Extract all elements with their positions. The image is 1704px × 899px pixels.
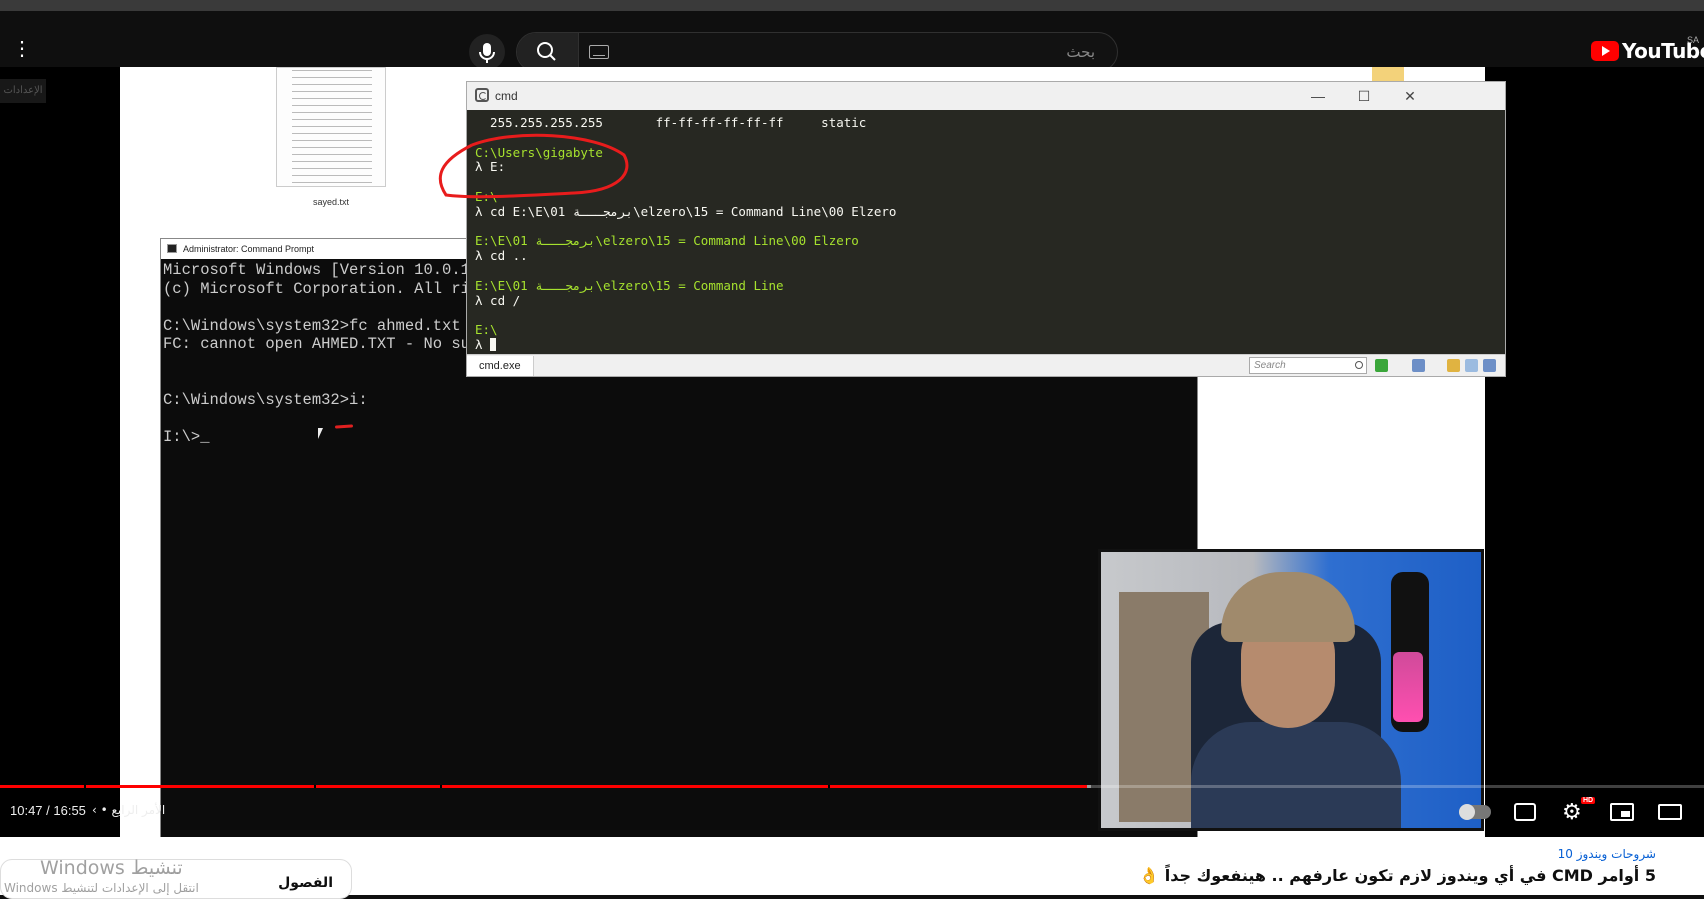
settings-overlay: الإعدادات <box>0 79 46 103</box>
chapter-marker <box>314 785 316 788</box>
maximize-icon: ☐ <box>1357 88 1371 104</box>
cmd-icon <box>167 244 177 253</box>
text-cursor <box>490 337 497 351</box>
video-info: شروحات ويندوز 10 5 أوامر CMD في أي ويندو… <box>0 837 1704 899</box>
text-file-thumbnail <box>276 67 386 187</box>
miniplayer-icon[interactable] <box>1610 803 1634 821</box>
search-box <box>516 32 1118 72</box>
subtitles-icon[interactable] <box>1514 803 1536 821</box>
theater-mode-icon[interactable] <box>1658 804 1682 820</box>
console-line: E:\ <box>475 322 498 338</box>
search-input[interactable] <box>617 33 1107 71</box>
cmder-title: cmd <box>495 89 518 103</box>
search-icon <box>537 42 556 61</box>
progress-bar[interactable] <box>0 785 1704 788</box>
annotation-circle <box>438 133 629 199</box>
player-controls: 10:47 / 16:55 الأمر الرابع • › ⚙ HD <box>0 795 1704 831</box>
cmder-status-bar: cmd.exe Search <box>467 354 1505 376</box>
chapter-marker <box>84 785 86 788</box>
hashtag-link[interactable]: شروحات ويندوز 10 <box>1558 847 1656 861</box>
console-line: λ cd .. <box>475 248 528 264</box>
minimize-icon: — <box>1311 88 1325 104</box>
layout-icon <box>1465 359 1478 372</box>
progress-fill <box>0 785 1088 788</box>
cmder-window: cmd — ☐ ✕ 255.255.255.255 ff-ff-ff-ff-ff… <box>466 81 1506 377</box>
close-icon: ✕ <box>1404 88 1416 104</box>
voice-search-button[interactable] <box>469 34 505 70</box>
video-player[interactable]: الإعدادات sayed.txt Administrator: Comma… <box>0 67 1704 837</box>
more-options-icon[interactable]: ⋮ <box>12 39 32 61</box>
new-console-icon <box>1375 359 1388 372</box>
cmder-app-icon <box>475 88 489 102</box>
cmder-search-field: Search <box>1249 357 1367 374</box>
console-line: E:\E\01 برمجـــة\elzero\15 = Command Lin… <box>475 277 784 293</box>
microphone-light <box>1393 652 1423 722</box>
chapters-label: الفصول <box>278 875 333 891</box>
split-icon <box>1412 359 1425 372</box>
chapter-marker <box>440 785 442 788</box>
mouse-cursor-icon <box>318 428 323 439</box>
menu-icon <box>1483 359 1496 372</box>
region-code: SA <box>1687 35 1700 45</box>
console-prompt: λ <box>475 336 1495 353</box>
youtube-play-icon <box>1591 41 1619 61</box>
chapter-title-button[interactable]: الأمر الرابع • › <box>92 803 165 817</box>
prompt-symbol: λ <box>475 336 491 352</box>
chapter-marker <box>828 785 830 788</box>
search-button[interactable] <box>517 33 579 71</box>
webcam-overlay <box>1098 549 1484 831</box>
console-line: E:\E\01 برمجـــة\elzero\15 = Command Lin… <box>475 233 859 249</box>
microphone-icon <box>479 43 495 63</box>
activate-windows-watermark: تنشيط Windows <box>40 857 183 879</box>
admin-title-text: Administrator: Command Prompt <box>183 244 315 254</box>
console-line: C:\Windows\system32>i: <box>163 390 368 409</box>
console-line: 255.255.255.255 ff-ff-ff-ff-ff-ff static <box>475 115 867 130</box>
chapter-title: الأمر الرابع • <box>100 803 166 817</box>
cmder-tab: cmd.exe <box>467 356 534 376</box>
activate-windows-hint: انتقل إلى الإعدادات لتنشيط Windows <box>4 881 199 895</box>
autoplay-toggle[interactable] <box>1459 804 1491 820</box>
lock-icon <box>1447 359 1460 372</box>
cmder-title-bar: cmd — ☐ ✕ <box>467 82 1505 110</box>
console-line: λ cd / <box>475 292 521 308</box>
time-display: 10:47 / 16:55 <box>10 803 86 818</box>
masthead: ⋮ YouTube SA <box>0 0 1704 72</box>
video-title: 5 أوامر CMD في أي ويندوز لازم تكون عارفه… <box>1139 866 1656 885</box>
settings-gear-icon[interactable]: ⚙ <box>1562 801 1588 823</box>
keyboard-icon[interactable] <box>589 45 609 59</box>
file-label: sayed.txt <box>312 197 350 207</box>
hd-badge: HD <box>1581 797 1596 804</box>
